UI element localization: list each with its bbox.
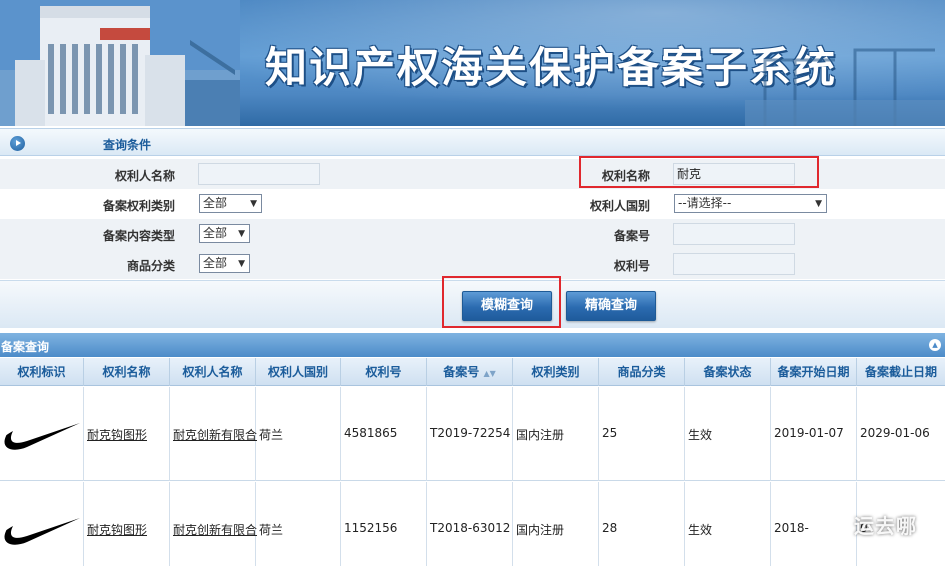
col-holder-name: 权利人名称: [170, 358, 256, 386]
content-type-value: 全部: [203, 226, 228, 240]
cell-end: 2029-01-06: [857, 387, 945, 481]
end-date-value: 2029-01-06: [860, 426, 930, 440]
form-row-3: 备案内容类型 全部 ▼ 备案号: [0, 219, 945, 249]
holder-link[interactable]: 耐克创新有限合: [173, 521, 257, 538]
expand-arrow-icon[interactable]: [10, 136, 25, 151]
cell-right-name[interactable]: 耐克钩图形: [84, 387, 170, 481]
content-type-label: 备案内容类型: [102, 229, 175, 243]
dropdown-arrow-icon: ▼: [238, 229, 245, 239]
goods-class-select[interactable]: 全部 ▼: [199, 254, 250, 273]
exact-query-button[interactable]: 精确查询: [566, 291, 656, 321]
nike-swoosh-icon: [4, 423, 80, 450]
query-conditions-title: 查询条件: [103, 138, 152, 152]
col-holder-country: 权利人国别: [256, 358, 341, 386]
record-no-label: 备案号: [613, 229, 650, 243]
right-no-label: 权利号: [613, 259, 650, 273]
nike-swoosh-icon: [4, 518, 80, 545]
watermark-text: 运去哪: [854, 514, 917, 538]
right-no-value: 1152156: [344, 521, 398, 535]
cell-goods-class: 25: [599, 387, 685, 481]
right-type-select[interactable]: 全部 ▼: [199, 194, 262, 213]
right-name-highlight-box: [579, 156, 819, 188]
wechat-icon: [822, 515, 846, 534]
content-type-select[interactable]: 全部 ▼: [199, 224, 250, 243]
query-conditions-header[interactable]: 查询条件: [0, 128, 945, 156]
customs-building-image: [0, 0, 240, 126]
record-no-value: T2018-63012: [430, 521, 511, 535]
dropdown-arrow-icon: ▼: [238, 259, 245, 269]
cell-logo: [0, 482, 84, 566]
right-no-input[interactable]: [673, 253, 795, 275]
right-no-value: 4581865: [344, 426, 398, 440]
form-row-4: 商品分类 全部 ▼ 权利号: [0, 249, 945, 279]
right-type-label: 备案权利类别: [102, 199, 175, 213]
type-value: 国内注册: [516, 428, 565, 442]
cell-holder[interactable]: 耐克创新有限合: [170, 387, 257, 481]
cell-holder[interactable]: 耐克创新有限合: [170, 482, 257, 566]
table-row[interactable]: 耐克钩图形 耐克创新有限合 荷兰 1152156 T2018-63012 国内注…: [0, 482, 945, 566]
collapse-icon[interactable]: ▴: [929, 339, 941, 351]
holder-name-label: 权利人名称: [114, 169, 175, 183]
watermark: 运去哪: [822, 510, 917, 539]
holder-link[interactable]: 耐克创新有限合: [173, 426, 257, 443]
cell-logo: [0, 387, 84, 481]
harbor-cranes-image: [745, 48, 945, 126]
col-end-date: 备案截止日期: [864, 365, 937, 379]
fuzzy-query-highlight-box: [442, 276, 561, 328]
col-status: 备案状态: [685, 358, 771, 386]
record-no-input[interactable]: [673, 223, 795, 245]
holder-country-label: 权利人国别: [589, 199, 650, 213]
cell-country: 荷兰: [256, 387, 341, 481]
goods-class-value: 25: [602, 426, 618, 440]
col-right-name: 权利名称: [84, 358, 170, 386]
cell-start: 2019-01-07: [771, 387, 857, 481]
cell-status: 生效: [685, 387, 771, 481]
cell-right-name[interactable]: 耐克钩图形: [84, 482, 170, 566]
col-record-no[interactable]: 备案号 ▲▼: [427, 358, 513, 386]
header-banner: 知识产权海关保护备案子系统: [0, 0, 945, 126]
status-value: 生效: [688, 523, 713, 537]
goods-class-value: 全部: [203, 256, 228, 270]
results-table-header: 权利标识 权利名称 权利人名称 权利人国别 权利号 备案号 ▲▼ 权利类别 商品…: [0, 358, 945, 386]
col-record-no-label: 备案号: [443, 365, 480, 379]
col-right-no: 权利号: [341, 358, 427, 386]
country-value: 荷兰: [259, 523, 284, 537]
cell-record-no: T2019-72254: [427, 387, 513, 481]
type-value: 国内注册: [516, 523, 565, 537]
col-goods-class: 商品分类: [599, 358, 685, 386]
cell-right-no: 4581865: [341, 387, 427, 481]
holder-name-input[interactable]: [198, 163, 320, 185]
results-title: 备案查询: [1, 340, 50, 354]
cell-country: 荷兰: [256, 482, 341, 566]
dropdown-arrow-icon: ▼: [815, 199, 822, 209]
table-row[interactable]: 耐克钩图形 耐克创新有限合 荷兰 4581865 T2019-72254 国内注…: [0, 387, 945, 481]
right-name-link[interactable]: 耐克钩图形: [87, 521, 147, 538]
right-type-value: 全部: [203, 196, 228, 210]
cell-goods-class: 28: [599, 482, 685, 566]
status-value: 生效: [688, 428, 713, 442]
holder-country-select[interactable]: --请选择-- ▼: [674, 194, 827, 213]
cell-record-no: T2018-63012: [427, 482, 513, 566]
cell-right-no: 1152156: [341, 482, 427, 566]
country-value: 荷兰: [259, 428, 284, 442]
cell-type: 国内注册: [513, 387, 599, 481]
col-start-date: 备案开始日期: [771, 358, 857, 386]
start-date-value: 2019-01-07: [774, 426, 844, 440]
goods-class-label: 商品分类: [126, 259, 175, 273]
dropdown-arrow-icon: ▼: [250, 199, 257, 209]
form-row-2: 备案权利类别 全部 ▼ 权利人国别 --请选择-- ▼: [0, 189, 945, 219]
start-date-value: 2018-: [774, 521, 809, 535]
holder-country-value: --请选择--: [678, 196, 732, 210]
goods-class-value: 28: [602, 521, 618, 535]
col-right-logo: 权利标识: [0, 358, 84, 386]
col-right-type: 权利类别: [513, 358, 599, 386]
sort-icon[interactable]: ▲▼: [483, 369, 495, 378]
right-name-link[interactable]: 耐克钩图形: [87, 426, 147, 443]
cell-type: 国内注册: [513, 482, 599, 566]
results-header: 备案查询 ▴: [0, 333, 945, 357]
cell-status: 生效: [685, 482, 771, 566]
record-no-value: T2019-72254: [430, 426, 511, 440]
